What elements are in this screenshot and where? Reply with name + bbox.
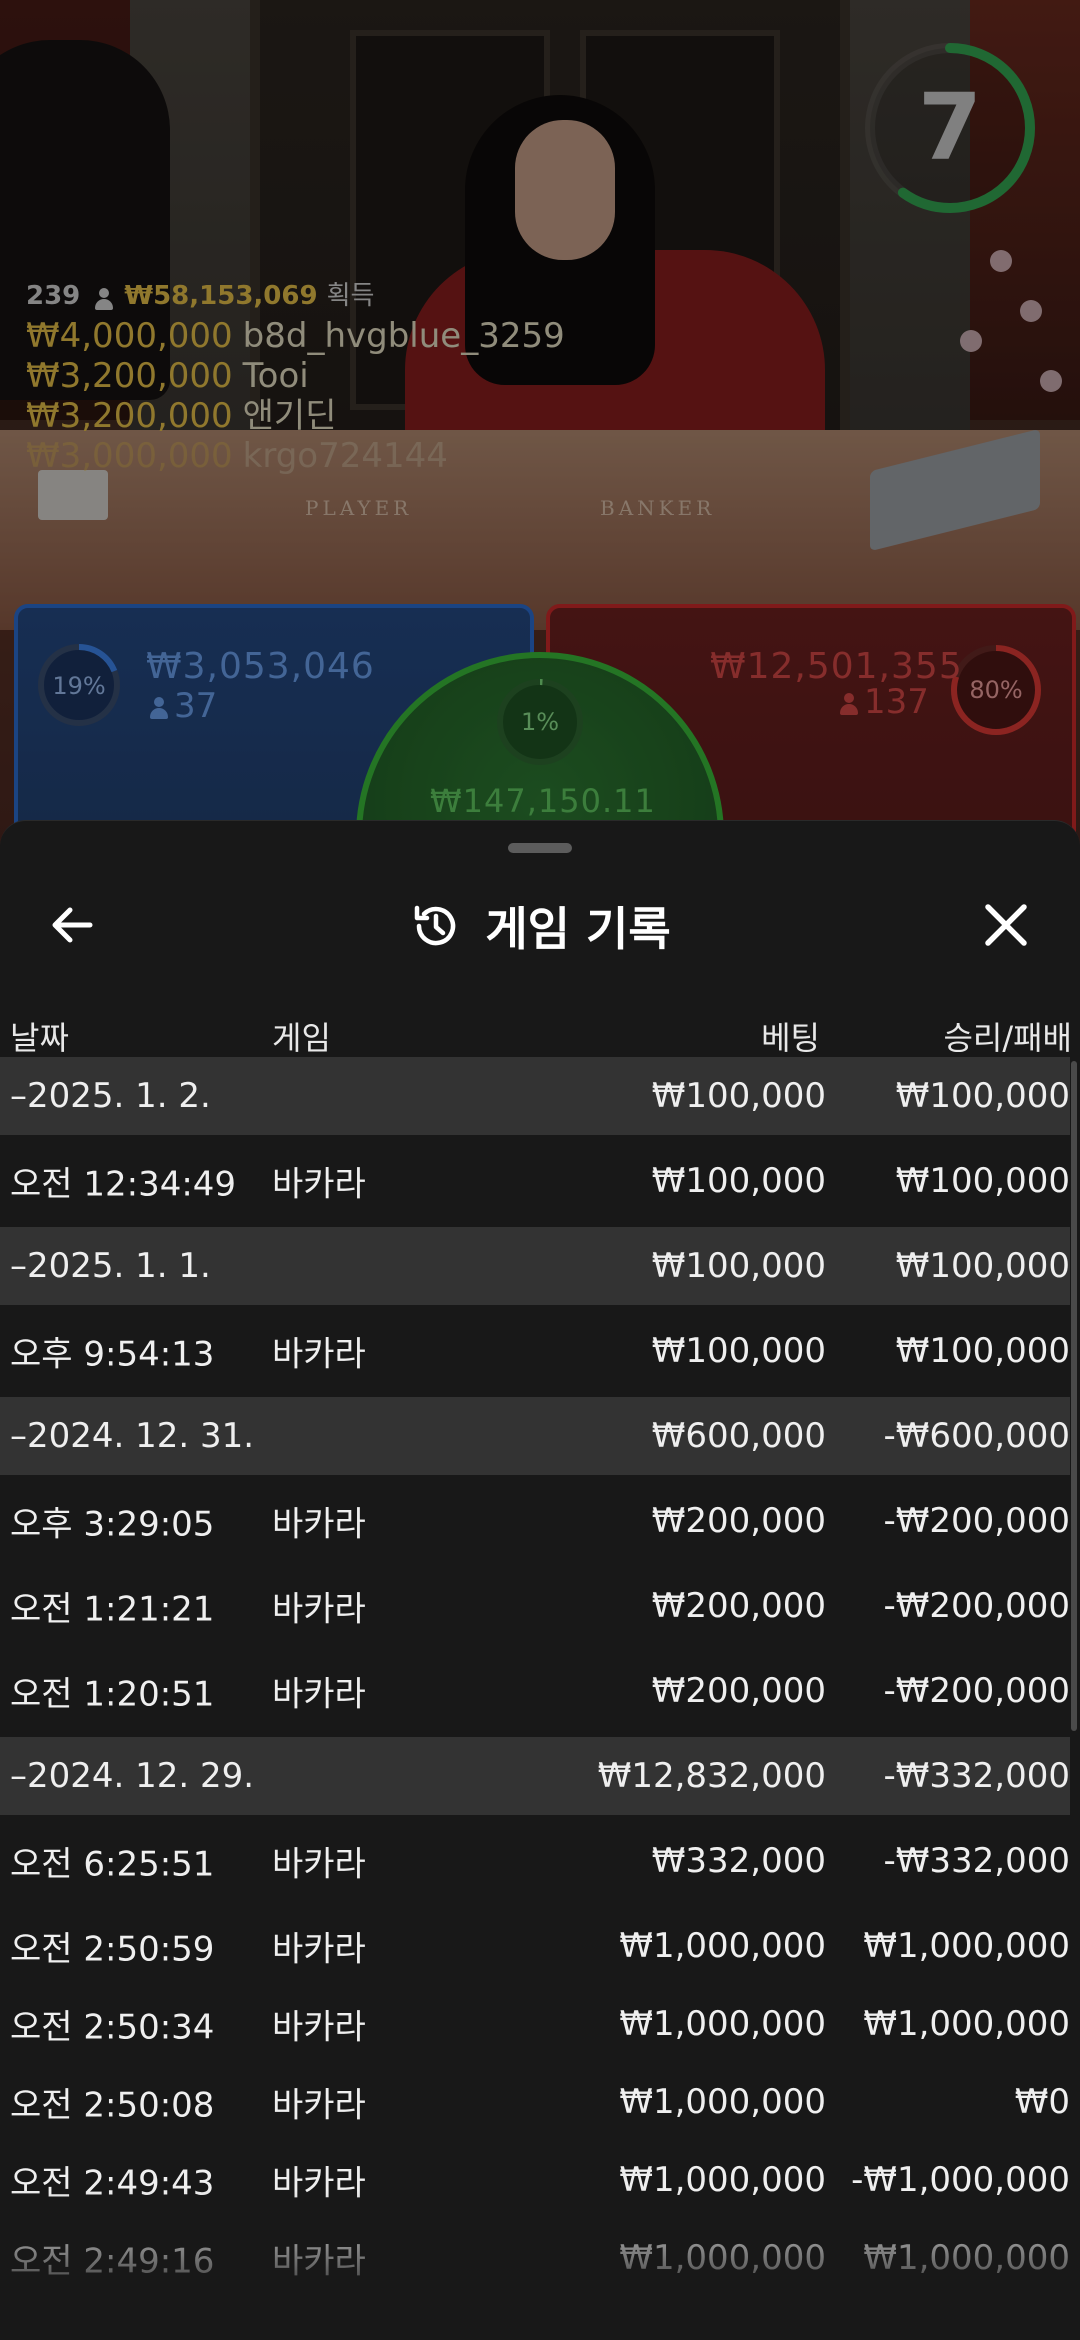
date-group-row[interactable]: –2024. 12. 31. ₩600,000 -₩600,000 xyxy=(0,1397,1070,1475)
row-bet: ₩100,000 xyxy=(651,1161,826,1201)
row-bet: ₩332,000 xyxy=(651,1841,826,1881)
row-game: 바카라 xyxy=(272,1589,366,1630)
row-game: 바카라 xyxy=(272,2007,366,2048)
row-bet: ₩200,000 xyxy=(651,1671,826,1711)
row-time: 오전 2:50:34 xyxy=(10,2007,215,2048)
history-row[interactable]: 오전 2:49:16 바카라 ₩1,000,000 ₩1,000,000 xyxy=(0,2219,1070,2297)
row-date: –2024. 12. 31. xyxy=(10,1416,255,1456)
row-game: 바카라 xyxy=(272,2241,366,2282)
row-result: -₩1,000,000 xyxy=(851,2160,1070,2200)
history-row[interactable]: 오후 3:29:05 바카라 ₩200,000 -₩200,000 xyxy=(0,1475,1070,1567)
row-bet: ₩100,000 xyxy=(651,1331,826,1371)
sheet-header: 게임 기록 xyxy=(0,871,1080,981)
row-bet: ₩1,000,000 xyxy=(619,1926,826,1966)
row-bet: ₩1,000,000 xyxy=(619,2004,826,2044)
row-result: ₩0 xyxy=(1014,2082,1070,2122)
row-bet: ₩1,000,000 xyxy=(619,2082,826,2122)
history-table: –2025. 1. 2. ₩100,000 ₩100,000 오전 12:34:… xyxy=(0,1057,1070,2297)
row-date: –2025. 1. 2. xyxy=(10,1076,211,1116)
back-button[interactable] xyxy=(42,893,106,957)
page-title: 게임 기록 xyxy=(485,902,671,956)
row-game: 바카라 xyxy=(272,2085,366,2126)
date-group-row[interactable]: –2025. 1. 1. ₩100,000 ₩100,000 xyxy=(0,1227,1070,1305)
row-bet: ₩1,000,000 xyxy=(619,2160,826,2200)
row-bet: ₩12,832,000 xyxy=(597,1756,826,1796)
row-game: 바카라 xyxy=(272,1504,366,1545)
history-row[interactable]: 오전 6:25:51 바카라 ₩332,000 -₩332,000 xyxy=(0,1815,1070,1907)
row-game: 바카라 xyxy=(272,1929,366,1970)
close-x-icon xyxy=(985,904,1027,946)
row-result: ₩100,000 xyxy=(895,1331,1070,1371)
row-result: -₩200,000 xyxy=(883,1501,1071,1541)
scrollbar[interactable] xyxy=(1071,1061,1077,1731)
row-bet: ₩1,000,000 xyxy=(619,2238,826,2278)
row-time: 오전 2:50:08 xyxy=(10,2085,215,2126)
row-bet: ₩200,000 xyxy=(651,1586,826,1626)
history-row[interactable]: 오전 2:50:59 바카라 ₩1,000,000 ₩1,000,000 xyxy=(0,1907,1070,1985)
drag-handle[interactable] xyxy=(508,843,572,853)
date-group-row[interactable]: –2025. 1. 2. ₩100,000 ₩100,000 xyxy=(0,1057,1070,1135)
row-result: -₩332,000 xyxy=(883,1841,1071,1881)
date-group-row[interactable]: –2024. 12. 29. ₩12,832,000 -₩332,000 xyxy=(0,1737,1070,1815)
title-group: 게임 기록 xyxy=(0,871,1080,981)
row-result: -₩332,000 xyxy=(883,1756,1071,1796)
table-header: 날짜 게임 베팅 승리/패배 xyxy=(0,1003,1080,1063)
row-result: -₩200,000 xyxy=(883,1671,1071,1711)
row-result: -₩200,000 xyxy=(883,1586,1071,1626)
row-time: 오전 6:25:51 xyxy=(10,1844,215,1885)
row-time: 오전 2:49:43 xyxy=(10,2163,215,2204)
history-row[interactable]: 오전 12:34:49 바카라 ₩100,000 ₩100,000 xyxy=(0,1135,1070,1227)
history-row[interactable]: 오전 1:20:51 바카라 ₩200,000 -₩200,000 xyxy=(0,1645,1070,1737)
column-bet: 베팅 xyxy=(761,1019,820,1057)
column-date: 날짜 xyxy=(10,1019,69,1057)
row-date: –2025. 1. 1. xyxy=(10,1246,211,1286)
live-video: PLAYER BANKER 239 ₩58,153,069 획득 ₩4,000,… xyxy=(0,0,1080,900)
history-row[interactable]: 오전 1:21:21 바카라 ₩200,000 -₩200,000 xyxy=(0,1567,1070,1645)
row-time: 오후 3:29:05 xyxy=(10,1504,215,1545)
arrow-left-icon xyxy=(52,907,93,943)
history-row[interactable]: 오전 2:50:08 바카라 ₩1,000,000 ₩0 xyxy=(0,2063,1070,2141)
row-bet: ₩100,000 xyxy=(651,1246,826,1286)
row-game: 바카라 xyxy=(272,1164,366,1205)
row-result: ₩100,000 xyxy=(895,1076,1070,1116)
history-row[interactable]: 오전 2:50:34 바카라 ₩1,000,000 ₩1,000,000 xyxy=(0,1985,1070,2063)
row-time: 오전 1:21:21 xyxy=(10,1589,215,1630)
row-date: –2024. 12. 29. xyxy=(10,1756,255,1796)
row-game: 바카라 xyxy=(272,1334,366,1375)
close-button[interactable] xyxy=(974,893,1038,957)
row-time: 오후 9:54:13 xyxy=(10,1334,215,1375)
history-row[interactable]: 오전 2:49:43 바카라 ₩1,000,000 -₩1,000,000 xyxy=(0,2141,1070,2219)
row-result: ₩1,000,000 xyxy=(863,2004,1070,2044)
row-time: 오전 1:20:51 xyxy=(10,1674,215,1715)
history-clock-icon xyxy=(415,905,456,946)
row-bet: ₩600,000 xyxy=(651,1416,826,1456)
row-time: 오전 12:34:49 xyxy=(10,1164,237,1205)
row-result: ₩100,000 xyxy=(895,1161,1070,1201)
history-row[interactable]: 오후 9:54:13 바카라 ₩100,000 ₩100,000 xyxy=(0,1305,1070,1397)
video-dim-overlay xyxy=(0,0,1080,900)
row-game: 바카라 xyxy=(272,1844,366,1885)
row-time: 오전 2:50:59 xyxy=(10,1929,215,1970)
column-game: 게임 xyxy=(272,1019,331,1057)
row-game: 바카라 xyxy=(272,2163,366,2204)
row-bet: ₩200,000 xyxy=(651,1501,826,1541)
row-time: 오전 2:49:16 xyxy=(10,2241,215,2282)
row-result: -₩600,000 xyxy=(883,1416,1071,1456)
row-bet: ₩100,000 xyxy=(651,1076,826,1116)
column-result: 승리/패배 xyxy=(943,1019,1072,1057)
row-result: ₩1,000,000 xyxy=(863,2238,1070,2278)
game-history-sheet: 게임 기록 날짜 게임 베팅 승리/패배 –2025. 1. 2. ₩100,0… xyxy=(0,820,1080,2340)
row-game: 바카라 xyxy=(272,1674,366,1715)
row-result: ₩100,000 xyxy=(895,1246,1070,1286)
row-result: ₩1,000,000 xyxy=(863,1926,1070,1966)
